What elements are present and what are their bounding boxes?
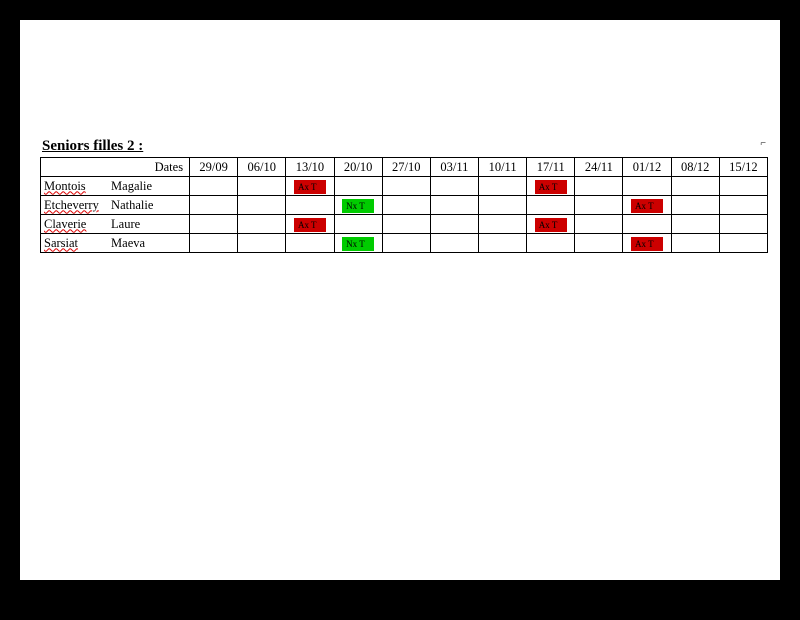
schedule-cell bbox=[190, 234, 238, 253]
schedule-cell bbox=[430, 177, 478, 196]
date-header: 10/11 bbox=[479, 158, 527, 177]
date-header: 20/10 bbox=[334, 158, 382, 177]
schedule-cell bbox=[575, 177, 623, 196]
date-header: 17/11 bbox=[527, 158, 575, 177]
schedule-cell bbox=[719, 215, 767, 234]
schedule-cell bbox=[334, 177, 382, 196]
date-header: 06/10 bbox=[238, 158, 286, 177]
date-header: 29/09 bbox=[190, 158, 238, 177]
schedule-cell bbox=[479, 196, 527, 215]
schedule-cell: Ax T bbox=[527, 177, 575, 196]
table-row: Etcheverry Nathalie Nx T Ax T bbox=[41, 196, 768, 215]
first-name: Magalie bbox=[111, 179, 152, 194]
status-badge-red: Ax T bbox=[535, 180, 567, 194]
schedule-cell: Nx T bbox=[334, 196, 382, 215]
document-page: ⌐ Seniors filles 2 : Dates29/0906/1013/1… bbox=[20, 20, 780, 580]
table-row: Sarsiat Maeva Nx T Ax T bbox=[41, 234, 768, 253]
schedule-cell bbox=[382, 234, 430, 253]
last-name: Sarsiat bbox=[44, 236, 108, 251]
status-badge-red: Ax T bbox=[294, 218, 326, 232]
name-cell: Montois Magalie bbox=[41, 177, 190, 196]
schedule-cell bbox=[575, 196, 623, 215]
status-badge-green: Nx T bbox=[342, 199, 374, 213]
table-row: Montois Magalie Ax T Ax T bbox=[41, 177, 768, 196]
schedule-cell bbox=[671, 196, 719, 215]
schedule-cell bbox=[671, 215, 719, 234]
schedule-cell: Ax T bbox=[286, 215, 334, 234]
schedule-cell bbox=[527, 196, 575, 215]
schedule-cell: Nx T bbox=[334, 234, 382, 253]
date-header: 27/10 bbox=[382, 158, 430, 177]
schedule-cell bbox=[479, 234, 527, 253]
first-name: Nathalie bbox=[111, 198, 153, 213]
status-badge-red: Ax T bbox=[631, 199, 663, 213]
schedule-cell: Ax T bbox=[623, 234, 671, 253]
schedule-cell bbox=[286, 234, 334, 253]
date-header: 08/12 bbox=[671, 158, 719, 177]
first-name: Laure bbox=[111, 217, 140, 232]
schedule-cell bbox=[238, 177, 286, 196]
status-badge-green: Nx T bbox=[342, 237, 374, 251]
schedule-cell: Ax T bbox=[286, 177, 334, 196]
content-area: Seniors filles 2 : Dates29/0906/1013/102… bbox=[40, 138, 768, 253]
schedule-cell bbox=[671, 234, 719, 253]
table-body: Dates29/0906/1013/1020/1027/1003/1110/11… bbox=[41, 158, 768, 253]
date-header: 03/11 bbox=[430, 158, 478, 177]
name-cell: Etcheverry Nathalie bbox=[41, 196, 190, 215]
table-row: Claverie Laure Ax T Ax T bbox=[41, 215, 768, 234]
schedule-cell bbox=[479, 177, 527, 196]
schedule-cell bbox=[238, 215, 286, 234]
schedule-cell bbox=[334, 215, 382, 234]
schedule-cell bbox=[719, 177, 767, 196]
last-name: Montois bbox=[44, 179, 108, 194]
status-badge-red: Ax T bbox=[535, 218, 567, 232]
schedule-cell bbox=[238, 234, 286, 253]
schedule-cell bbox=[671, 177, 719, 196]
date-header: 01/12 bbox=[623, 158, 671, 177]
first-name: Maeva bbox=[111, 236, 145, 251]
table-title: Seniors filles 2 : bbox=[42, 138, 768, 155]
schedule-cell bbox=[719, 234, 767, 253]
schedule-cell bbox=[575, 234, 623, 253]
date-header: 15/12 bbox=[719, 158, 767, 177]
schedule-cell bbox=[719, 196, 767, 215]
status-badge-red: Ax T bbox=[294, 180, 326, 194]
schedule-cell bbox=[430, 215, 478, 234]
schedule-cell bbox=[286, 196, 334, 215]
schedule-cell: Ax T bbox=[527, 215, 575, 234]
last-name: Claverie bbox=[44, 217, 108, 232]
date-header: 24/11 bbox=[575, 158, 623, 177]
schedule-cell bbox=[623, 177, 671, 196]
schedule-cell bbox=[623, 215, 671, 234]
schedule-cell bbox=[479, 215, 527, 234]
schedule-cell bbox=[430, 196, 478, 215]
date-header: 13/10 bbox=[286, 158, 334, 177]
schedule-cell bbox=[238, 196, 286, 215]
schedule-cell bbox=[190, 215, 238, 234]
schedule-table: Dates29/0906/1013/1020/1027/1003/1110/11… bbox=[40, 157, 768, 253]
schedule-cell bbox=[575, 215, 623, 234]
schedule-cell bbox=[382, 196, 430, 215]
status-badge-red: Ax T bbox=[631, 237, 663, 251]
schedule-cell bbox=[190, 196, 238, 215]
schedule-cell bbox=[430, 234, 478, 253]
name-cell: Sarsiat Maeva bbox=[41, 234, 190, 253]
schedule-cell: Ax T bbox=[623, 196, 671, 215]
schedule-cell bbox=[190, 177, 238, 196]
dates-label-cell: Dates bbox=[41, 158, 190, 177]
schedule-cell bbox=[382, 215, 430, 234]
name-cell: Claverie Laure bbox=[41, 215, 190, 234]
schedule-cell bbox=[382, 177, 430, 196]
last-name: Etcheverry bbox=[44, 198, 108, 213]
header-row: Dates29/0906/1013/1020/1027/1003/1110/11… bbox=[41, 158, 768, 177]
schedule-cell bbox=[527, 234, 575, 253]
